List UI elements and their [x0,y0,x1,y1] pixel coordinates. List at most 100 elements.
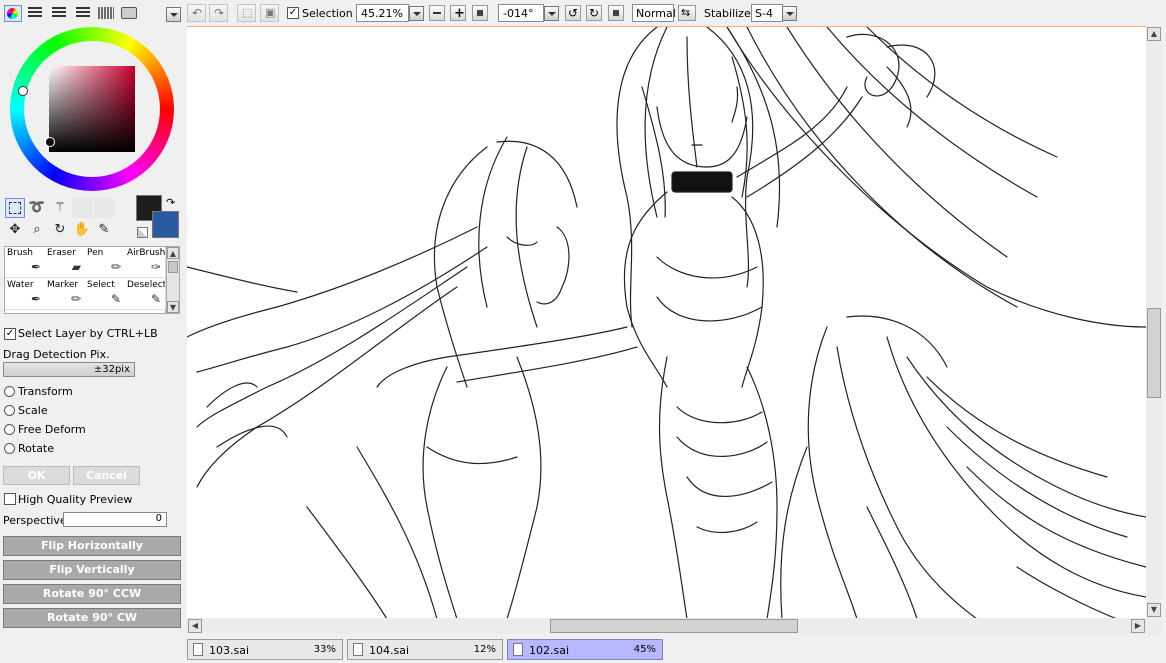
pen-icon: ✏ [110,260,121,274]
select-brush-icon: ✎ [110,292,121,306]
rotate-label: Rotate [18,442,55,455]
color-panel-menu-button[interactable] [166,7,181,22]
angle-dropdown[interactable] [544,6,559,21]
brush-slot-label: Brush [7,248,33,258]
angle-value: -014° [503,7,534,20]
rotate-cw-button[interactable]: Rotate 90° CW [3,608,181,628]
selection-checkbox[interactable]: ✓ [287,7,299,19]
color-mixer-mode-icon[interactable] [76,7,90,19]
brush-slot-water[interactable]: Water ✒ [5,279,46,310]
rgb-slider-mode-icon[interactable] [28,7,42,19]
scroll-up-icon[interactable]: ▲ [167,247,179,259]
brush-slot-label: Marker [47,280,79,290]
secondary-color-swatch[interactable] [152,211,179,238]
deselect-button[interactable]: ⬚ [237,4,256,22]
scroll-thumb[interactable] [168,261,178,273]
zoom-field[interactable]: 45.21% [356,4,409,22]
brush-slot-pen[interactable]: Pen ✏ [85,247,126,278]
brush-slot-label: AirBrush [127,248,166,258]
scroll-down-icon[interactable]: ▼ [1147,603,1161,617]
empty-tool-slot [94,198,114,218]
free-deform-radio[interactable] [4,424,15,435]
scroll-corner [1146,618,1162,634]
scroll-right-icon[interactable]: ▶ [1131,619,1145,633]
select-layer-checkbox[interactable]: ✓ [4,328,16,340]
zoom-reset-button[interactable] [472,5,488,21]
blend-mode-field[interactable]: Normal [632,4,676,22]
flip-view-icon: ⇆ [681,6,691,19]
rect-select-icon[interactable] [5,198,25,218]
document-icon [353,643,363,656]
hue-marker [18,86,28,96]
document-tab-zoom: 45% [633,644,656,655]
water-icon: ✒ [30,292,41,306]
document-tab-zoom: 33% [313,644,336,655]
scroll-down-icon[interactable]: ▼ [167,301,179,313]
document-tab[interactable]: 104.sai 12% [347,639,503,660]
transparent-color-icon[interactable] [137,227,148,238]
brush-slot-label: Eraser [47,248,76,258]
zoom-out-button[interactable] [429,5,445,21]
drawing-canvas[interactable] [187,26,1146,619]
scale-radio[interactable] [4,405,15,416]
rotate-ccw-button[interactable]: Rotate 90° CCW [3,584,181,604]
hq-preview-checkbox[interactable] [4,493,16,505]
scroll-left-icon[interactable]: ◀ [188,619,202,633]
stabilizer-label: Stabilizer [704,7,756,20]
swatches-mode-icon[interactable] [98,7,114,19]
stabilizer-dropdown[interactable] [782,6,797,21]
flip-vertically-button[interactable]: Flip Vertically [3,560,181,580]
rotate-left-button[interactable]: ↺ [565,5,581,21]
document-tab[interactable]: 103.sai 33% [187,639,343,660]
scratchpad-mode-icon[interactable] [121,7,137,19]
vertical-scrollbar[interactable]: ▲ ▼ [1146,26,1162,632]
blend-mode-value: Normal [636,7,676,20]
redo-button[interactable]: ↷ [209,4,228,22]
brush-icon: ✒ [30,260,41,274]
brush-slot-marker[interactable]: Marker ✏ [45,279,86,310]
color-wheel-mode-icon[interactable] [4,5,22,22]
document-tab-active[interactable]: 102.sai 45% [507,639,663,660]
flip-horizontally-button[interactable]: Flip Horizontally [3,536,181,556]
scroll-up-icon[interactable]: ▲ [1147,27,1161,41]
transform-radio[interactable] [4,386,15,397]
zoom-in-button[interactable]: + [450,5,466,21]
brush-palette-scrollbar[interactable]: ▲ ▼ [166,246,180,314]
move-icon[interactable]: ✥ [5,220,25,240]
document-icon [513,643,523,656]
rotate-right-button[interactable]: ↻ [586,5,602,21]
brush-slot-brush[interactable]: Brush ✒ [5,247,46,278]
vertical-scroll-thumb[interactable] [1147,308,1161,398]
ok-button[interactable]: OK [3,466,70,485]
selection-label: Selection [302,7,353,20]
brush-slot-eraser[interactable]: Eraser ▰ [45,247,86,278]
perspective-field[interactable]: 0 [63,512,167,527]
brush-slot-airbrush[interactable]: AirBrush ✑ [125,247,166,278]
horizontal-scrollbar[interactable]: ◀ ▶ [187,618,1147,634]
stabilizer-field[interactable]: S-4 [751,4,783,22]
zoom-value: 45.21% [361,7,403,20]
rotate-reset-button[interactable] [608,5,624,21]
angle-field[interactable]: -014° [498,4,544,22]
zoom-dropdown[interactable] [409,6,424,21]
flip-view-button[interactable]: ⇆ [678,5,696,21]
lineart-illustration [187,27,1146,619]
zoom-icon[interactable]: ⌕ [27,220,47,240]
undo-button[interactable]: ↶ [187,4,206,22]
invert-selection-button[interactable]: ▣ [260,4,279,22]
magic-wand-icon[interactable]: ⚚ [50,198,70,218]
rotate-radio[interactable] [4,443,15,454]
saturation-value-square[interactable] [49,66,135,152]
hsv-slider-mode-icon[interactable] [52,7,66,19]
lasso-icon[interactable]: ➰ [27,198,47,218]
brush-slot-deselect[interactable]: Deselect ✎ [125,279,166,310]
drag-detection-slider[interactable]: ±32pix [3,362,135,377]
swap-colors-icon[interactable]: ↷ [166,196,175,209]
rotate-view-icon[interactable]: ↻ [50,220,70,240]
cancel-button[interactable]: Cancel [73,466,140,485]
eyedropper-icon[interactable]: ✎ [94,220,114,240]
drag-detection-value: ±32pix [93,364,130,375]
hand-icon[interactable]: ✋ [72,220,92,240]
horizontal-scroll-thumb[interactable] [550,619,798,633]
brush-slot-select[interactable]: Select ✎ [85,279,126,310]
